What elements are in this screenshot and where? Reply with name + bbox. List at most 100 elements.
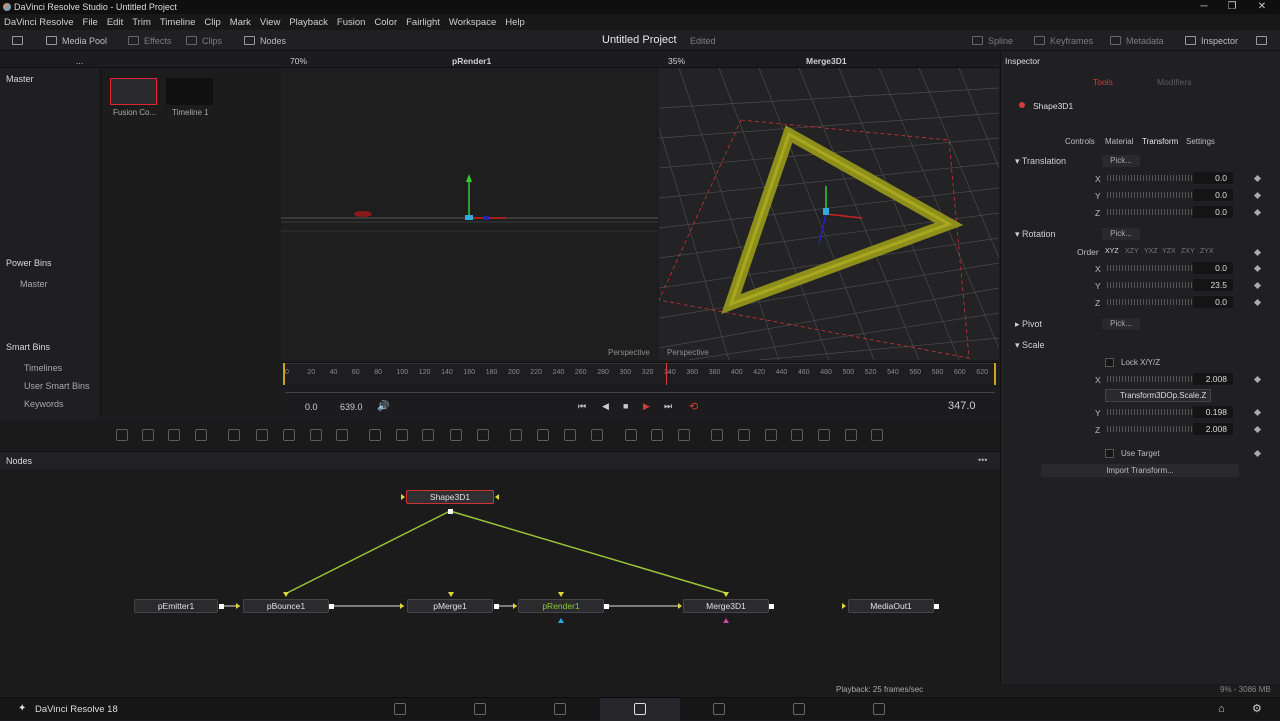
go-to-end-icon[interactable]: ⏭ [664, 401, 672, 412]
nodes-button[interactable]: Nodes [244, 33, 286, 48]
particle-tool-icon[interactable] [625, 429, 637, 441]
home-icon[interactable]: ⌂ [1218, 703, 1225, 715]
blur-tool-icon[interactable] [336, 429, 348, 441]
bin-master[interactable]: Master [6, 74, 34, 84]
viewer-left-zoom[interactable]: 70% [290, 56, 307, 66]
rotation-z-slider[interactable] [1107, 299, 1195, 305]
deliver-page-icon[interactable] [873, 703, 885, 715]
menu-edit[interactable]: Edit [107, 17, 123, 28]
maximize-button[interactable]: ❐ [1218, 0, 1246, 14]
keyframe-diamond-icon[interactable] [1253, 375, 1262, 384]
node-merge3d[interactable]: Merge3D1 [683, 599, 769, 613]
menu-help[interactable]: Help [505, 17, 525, 28]
effects-button[interactable]: Effects [128, 33, 171, 48]
matte-tool-icon[interactable] [477, 429, 489, 441]
menu-trim[interactable]: Trim [132, 17, 151, 28]
viewer-right[interactable]: Perspective [659, 68, 999, 360]
paint-tool-icon[interactable] [195, 429, 207, 441]
node-pmerge[interactable]: pMerge1 [407, 599, 493, 613]
keyframe-diamond-icon[interactable] [1253, 425, 1262, 434]
translation-x-slider[interactable] [1107, 175, 1195, 181]
translation-pick-button[interactable]: Pick... [1102, 155, 1140, 167]
keyframe-diamond-icon[interactable] [1253, 174, 1262, 183]
menu-fusion[interactable]: Fusion [337, 17, 366, 28]
keyframe-diamond-icon[interactable] [1253, 208, 1262, 217]
brush-tool-icon[interactable] [283, 429, 295, 441]
inspector-button[interactable]: Inspector [1185, 33, 1238, 48]
rotation-section[interactable]: ▾ Rotation [1015, 229, 1056, 240]
translation-z-slider[interactable] [1107, 209, 1195, 215]
particle-render-icon[interactable] [256, 429, 268, 441]
menu-timeline[interactable]: Timeline [160, 17, 196, 28]
tab-modifiers[interactable]: Modifiers [1157, 77, 1191, 87]
node-mediaout[interactable]: MediaOut1 [848, 599, 934, 613]
stop-icon[interactable]: ■ [623, 401, 628, 411]
menu-fairlight[interactable]: Fairlight [406, 17, 440, 28]
render-end-field[interactable]: 639.0 [340, 402, 363, 412]
cut-page-icon[interactable] [474, 703, 486, 715]
smart-bin-timelines[interactable]: Timelines [24, 363, 62, 373]
scale-y-field[interactable]: 0.198 [1193, 406, 1233, 418]
fairlight-page-icon[interactable] [793, 703, 805, 715]
light3d-tool-icon[interactable] [845, 429, 857, 441]
media-page-icon[interactable] [394, 703, 406, 715]
keyframe-diamond-icon[interactable] [1253, 408, 1262, 417]
rotation-y-field[interactable]: 23.5 [1193, 279, 1233, 291]
particle-style-icon[interactable] [678, 429, 690, 441]
nodes-options-button[interactable]: ••• [978, 455, 987, 465]
menu-view[interactable]: View [260, 17, 280, 28]
smart-bin-user[interactable]: User Smart Bins [24, 381, 90, 391]
order-zxy[interactable]: ZXY [1181, 248, 1195, 255]
node-editor[interactable]: Shape3D1 pEmitter1 pBounce1 pMerge1 pRen… [0, 469, 1000, 683]
power-bin-master[interactable]: Master [20, 279, 48, 289]
keyframe-diamond-icon[interactable] [1253, 449, 1262, 458]
settings-gear-icon[interactable]: ⚙ [1252, 702, 1262, 715]
material-tool-icon[interactable] [871, 429, 883, 441]
step-back-icon[interactable]: ◀ [602, 401, 609, 412]
play-icon[interactable]: ▶ [643, 401, 650, 412]
loader-tool-icon[interactable] [142, 429, 154, 441]
menu-playback[interactable]: Playback [289, 17, 328, 28]
particle-emitter-icon[interactable] [228, 429, 240, 441]
menu-mark[interactable]: Mark [230, 17, 251, 28]
scale-x-slider[interactable] [1107, 376, 1195, 382]
scale-z-slider[interactable] [1107, 426, 1195, 432]
edit-page-icon[interactable] [554, 703, 566, 715]
keyframe-diamond-icon[interactable] [1253, 281, 1262, 290]
order-zyx[interactable]: ZYX [1200, 248, 1214, 255]
background-tool-icon[interactable] [116, 429, 128, 441]
keyframe-diamond-icon[interactable] [1253, 264, 1262, 273]
spline-button[interactable]: Spline [972, 33, 1013, 48]
scale-z-field[interactable]: 2.008 [1193, 423, 1233, 435]
translation-y-slider[interactable] [1107, 192, 1195, 198]
metadata-button[interactable]: Metadata [1110, 33, 1164, 48]
order-yzx[interactable]: YZX [1162, 248, 1176, 255]
scale-section[interactable]: ▾ Scale [1015, 340, 1045, 351]
subtab-settings[interactable]: Settings [1186, 137, 1215, 146]
keyframes-button[interactable]: Keyframes [1034, 33, 1093, 48]
viewer-left[interactable]: Perspective [281, 68, 658, 360]
translation-y-field[interactable]: 0.0 [1193, 189, 1233, 201]
pivot-section[interactable]: ▸ Pivot [1015, 319, 1042, 330]
color-page-icon[interactable] [713, 703, 725, 715]
current-frame-field[interactable]: 347.0 [948, 400, 976, 412]
translation-z-field[interactable]: 0.0 [1193, 206, 1233, 218]
viewer-left-camera-label[interactable]: Perspective [608, 348, 650, 357]
menu-workspace[interactable]: Workspace [449, 17, 496, 28]
playhead[interactable] [666, 363, 667, 385]
translation-section[interactable]: ▾ Translation [1015, 156, 1066, 167]
fusion-composition-thumbnail[interactable] [110, 78, 157, 105]
node-prender[interactable]: pRender1 [518, 599, 604, 613]
bin-options-ellipsis[interactable]: ... [76, 56, 83, 66]
text-tool-icon[interactable] [168, 429, 180, 441]
merge3d-tool-icon[interactable] [738, 429, 750, 441]
viewer-right-camera-label[interactable]: Perspective [667, 348, 709, 357]
minimize-button[interactable]: ─ [1190, 0, 1218, 14]
timeline-thumbnail[interactable] [166, 78, 213, 105]
text3d-tool-icon[interactable] [765, 429, 777, 441]
menu-davinci-resolve[interactable]: DaVinci Resolve [4, 17, 74, 28]
import-transform-button[interactable]: Import Transform... [1041, 464, 1239, 477]
transform-tool-icon[interactable] [396, 429, 408, 441]
shape3d-tool-icon[interactable] [711, 429, 723, 441]
time-ruler[interactable]: 0 20 40 60 80 100 120 140 160 180 200 220 240 260 280 3… [281, 362, 999, 395]
